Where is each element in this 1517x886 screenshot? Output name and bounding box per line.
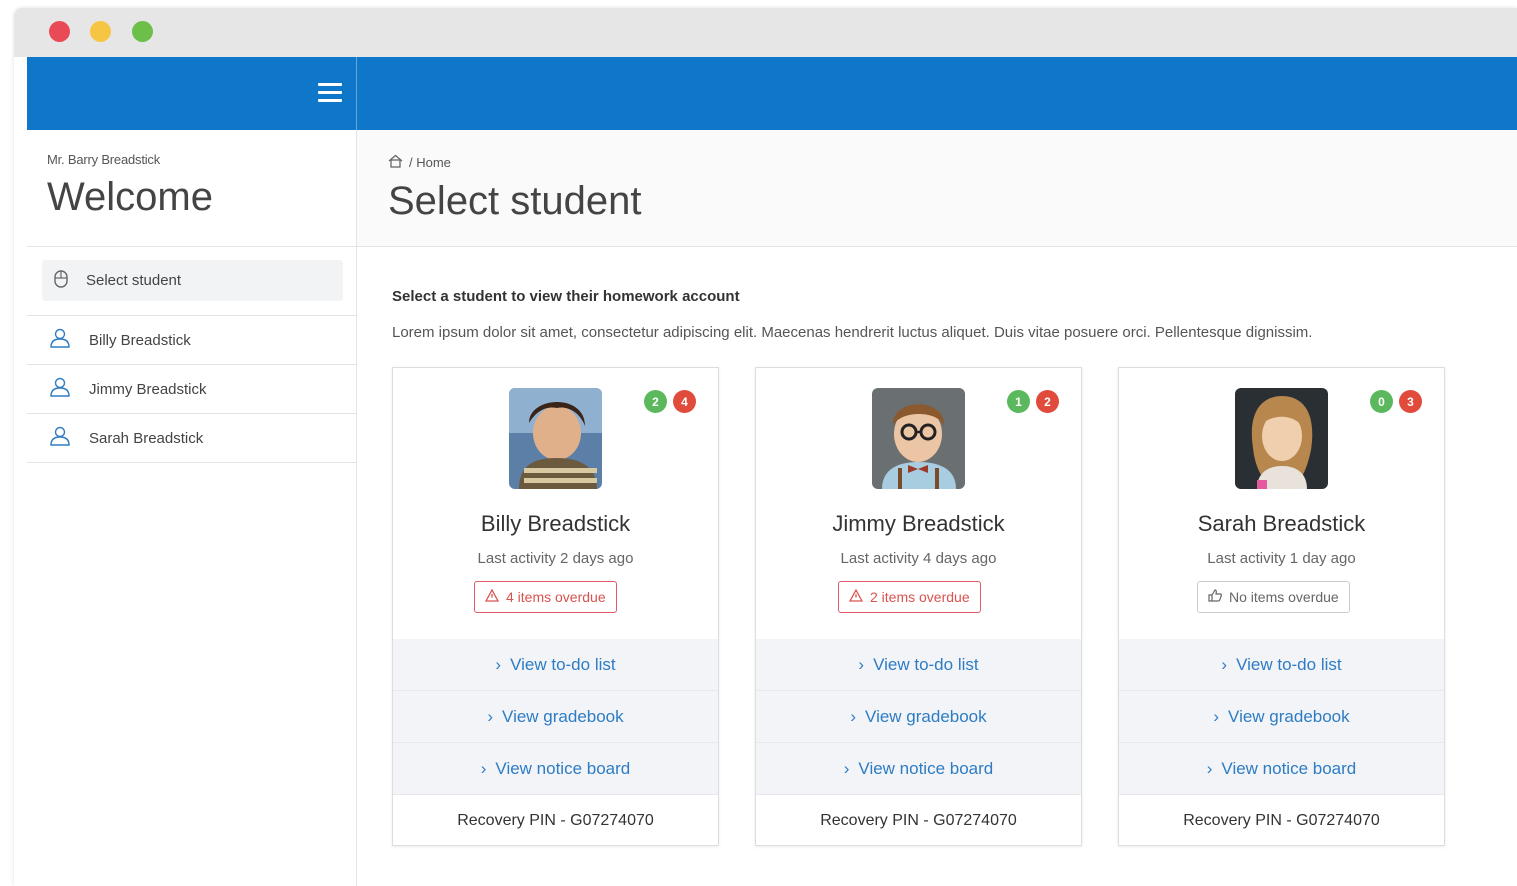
page-title: Select student [388, 179, 642, 223]
overdue-text: 2 items overdue [870, 589, 970, 605]
hamburger-menu-icon[interactable] [318, 83, 342, 103]
user-icon [49, 426, 71, 450]
sidebar-item-select-student[interactable]: Select student [42, 260, 343, 301]
recovery-pin: Recovery PIN - G07274070 [820, 812, 1017, 829]
link-label: View notice board [1221, 758, 1357, 778]
overdue-text: No items overdue [1229, 589, 1339, 605]
sidebar: Mr. Barry Breadstick Welcome Select stud… [27, 130, 357, 886]
chevron-right-icon: › [850, 706, 857, 726]
overdue-status[interactable]: 4 items overdue [474, 581, 617, 613]
thumbs-up-icon [1208, 589, 1222, 605]
student-name: Sarah Breadstick [1197, 511, 1366, 536]
sidebar-item-sarah[interactable]: Sarah Breadstick [27, 414, 356, 463]
link-label: View gradebook [865, 706, 987, 726]
view-notice-board-link[interactable]: › View notice board [393, 743, 718, 795]
recovery-pin: Recovery PIN - G07274070 [1183, 812, 1380, 829]
overdue-text: 4 items overdue [506, 589, 606, 605]
warning-icon [848, 588, 864, 605]
student-card-jimmy: 1 2 Jimmy Breadstick Last activity 4 day… [755, 367, 1082, 846]
student-photo [509, 388, 602, 489]
student-name: Jimmy Breadstick [832, 511, 1005, 536]
completed-count-badge: 2 [644, 390, 667, 413]
breadcrumb: / Home [388, 154, 1517, 171]
maximize-window-button[interactable] [132, 21, 153, 42]
card-links: › View to-do list › View gradebook › View n… [1119, 639, 1444, 795]
browser-window: Mr. Barry Breadstick Welcome Select stud… [14, 8, 1517, 886]
user-icon [49, 328, 71, 352]
view-gradebook-link[interactable]: › View gradebook [1119, 691, 1444, 743]
last-activity: Last activity 4 days ago [840, 550, 997, 567]
navbar-divider [356, 57, 357, 130]
warning-icon [484, 588, 500, 605]
status-badges: 1 2 [1007, 390, 1059, 413]
mouse-icon [54, 269, 68, 292]
sidebar-item-billy[interactable]: Billy Breadstick [27, 316, 356, 365]
window-titlebar [14, 8, 1517, 57]
overdue-count-badge: 4 [673, 390, 696, 413]
last-activity: Last activity 1 day ago [1207, 550, 1356, 567]
overdue-status[interactable]: 2 items overdue [838, 581, 981, 613]
sidebar-item-label: Billy Breadstick [89, 331, 191, 349]
completed-count-badge: 0 [1370, 390, 1393, 413]
view-gradebook-link[interactable]: › View gradebook [393, 691, 718, 743]
chevron-right-icon: › [843, 758, 850, 778]
chevron-right-icon: › [1221, 654, 1228, 674]
last-activity: Last activity 2 days ago [477, 550, 634, 567]
app: Mr. Barry Breadstick Welcome Select stud… [27, 57, 1517, 886]
student-card-billy: 2 4 Billy Breadstick Last activity 2 day… [392, 367, 719, 846]
chevron-right-icon: › [495, 654, 502, 674]
link-label: View gradebook [1228, 706, 1350, 726]
chevron-right-icon: › [1213, 706, 1220, 726]
link-label: View to-do list [510, 654, 616, 674]
view-todo-link[interactable]: › View to-do list [1119, 639, 1444, 691]
link-label: View notice board [858, 758, 994, 778]
recovery-pin: Recovery PIN - G07274070 [457, 812, 654, 829]
close-window-button[interactable] [49, 21, 70, 42]
link-label: View to-do list [873, 654, 979, 674]
link-label: View gradebook [502, 706, 624, 726]
student-card-sarah: 0 3 Sarah Breadstick Last activity 1 day… [1118, 367, 1445, 846]
link-label: View to-do list [1236, 654, 1342, 674]
status-badges: 0 3 [1370, 390, 1422, 413]
welcome-title: Welcome [47, 175, 213, 219]
view-notice-board-link[interactable]: › View notice board [756, 743, 1081, 795]
intro-heading: Select a student to view their homework … [392, 288, 740, 305]
card-links: › View to-do list › View gradebook › View n… [393, 639, 718, 795]
sidebar-item-label: Jimmy Breadstick [89, 380, 207, 398]
sidebar-item-label: Select student [86, 272, 182, 289]
page-header: / Home Select student [357, 130, 1517, 247]
user-icon [49, 377, 71, 401]
breadcrumb-home[interactable]: / Home [409, 155, 451, 170]
chevron-right-icon: › [858, 654, 865, 674]
overdue-status[interactable]: No items overdue [1197, 581, 1350, 613]
student-photo [1235, 388, 1328, 489]
sidebar-item-label: Sarah Breadstick [89, 429, 204, 447]
overdue-count-badge: 2 [1036, 390, 1059, 413]
user-name: Mr. Barry Breadstick [47, 152, 161, 167]
link-label: View notice board [495, 758, 631, 778]
minimize-window-button[interactable] [90, 21, 111, 42]
top-navbar [27, 57, 1517, 130]
student-name: Billy Breadstick [480, 511, 631, 536]
intro-text: Lorem ipsum dolor sit amet, consectetur … [392, 324, 1313, 341]
overdue-count-badge: 3 [1399, 390, 1422, 413]
home-icon[interactable] [388, 154, 403, 171]
completed-count-badge: 1 [1007, 390, 1030, 413]
chevron-right-icon: › [1206, 758, 1213, 778]
view-todo-link[interactable]: › View to-do list [393, 639, 718, 691]
chevron-right-icon: › [487, 706, 494, 726]
view-gradebook-link[interactable]: › View gradebook [756, 691, 1081, 743]
view-todo-link[interactable]: › View to-do list [756, 639, 1081, 691]
sidebar-header: Mr. Barry Breadstick Welcome [27, 130, 356, 247]
view-notice-board-link[interactable]: › View notice board [1119, 743, 1444, 795]
student-photo [872, 388, 965, 489]
chevron-right-icon: › [480, 758, 487, 778]
status-badges: 2 4 [644, 390, 696, 413]
sidebar-item-jimmy[interactable]: Jimmy Breadstick [27, 365, 356, 414]
main-content: / Home Select student Select a student t… [357, 130, 1517, 886]
card-links: › View to-do list › View gradebook › View n… [756, 639, 1081, 795]
